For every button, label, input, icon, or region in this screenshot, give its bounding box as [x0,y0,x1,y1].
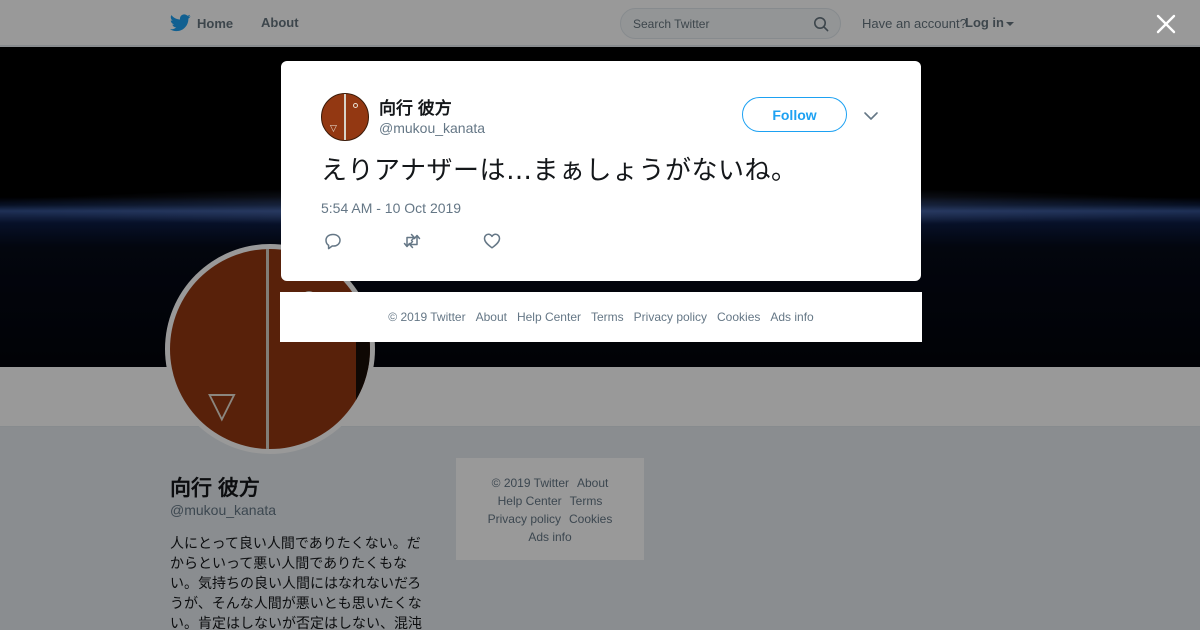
footer-ads-link[interactable]: Ads info [770,310,813,324]
footer-copyright: © 2019 Twitter [388,310,466,324]
avatar-triangle: ▽ [330,123,337,133]
modal-footer: © 2019 Twitter About Help Center Terms P… [280,292,922,342]
tweet-text: えりアナザーは…まぁしょうがないね。 [321,156,798,186]
tweet-timestamp[interactable]: 5:54 AM - 10 Oct 2019 [321,200,461,216]
avatar-ring [353,103,358,108]
tweet-author-handle[interactable]: @mukou_kanata [379,120,485,136]
footer-about-link[interactable]: About [476,310,507,324]
heart-icon[interactable] [482,231,502,251]
footer-privacy-link[interactable]: Privacy policy [634,310,707,324]
footer-cookies-link[interactable]: Cookies [717,310,760,324]
close-icon[interactable] [1154,12,1178,36]
chevron-down-icon[interactable] [863,108,879,124]
avatar-stripe [344,94,346,140]
footer-help-link[interactable]: Help Center [517,310,581,324]
tweet-author-avatar[interactable]: ▽ [321,93,369,141]
tweet-author-name[interactable]: 向行 彼方 [379,94,452,119]
follow-button[interactable]: Follow [742,97,847,132]
footer-terms-link[interactable]: Terms [591,310,624,324]
tweet-modal: ▽ 向行 彼方 @mukou_kanata Follow えりアナザーは…まぁし… [281,61,921,281]
retweet-icon[interactable] [402,231,422,251]
reply-icon[interactable] [323,231,343,251]
